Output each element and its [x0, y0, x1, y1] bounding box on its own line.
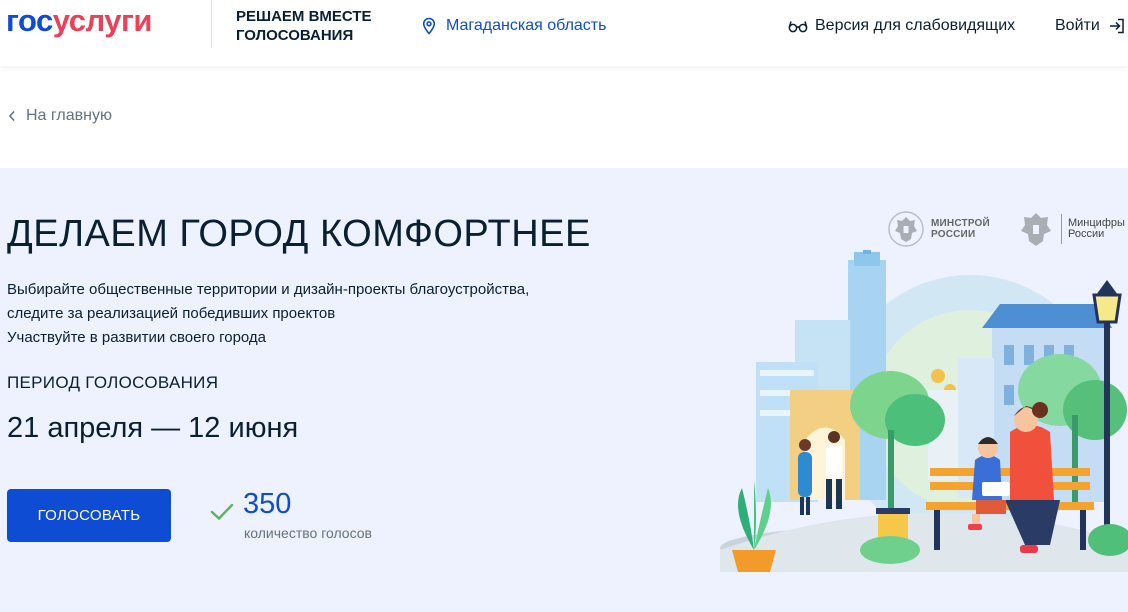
hero-description-line: Участвуйте в развитии своего города [7, 329, 267, 346]
header-divider [211, 0, 212, 48]
site-header: госуслуги РЕШАЕМ ВМЕСТЕ ГОЛОСОВАНИЯ Мага… [0, 0, 1128, 66]
hero-title: ДЕЛАЕМ ГОРОД КОМФОРТНЕЕ [7, 213, 591, 255]
glasses-icon [788, 21, 808, 33]
gosuslugi-logo[interactable]: госуслуги [6, 4, 152, 38]
russian-coat-of-arms-icon [888, 211, 924, 247]
vote-button[interactable]: ГОЛОСОВАТЬ [7, 489, 171, 542]
logo-part-gos: гос [6, 3, 53, 38]
minstroy-name-line: МИНСТРОЙ [931, 218, 990, 229]
location-pin-icon [422, 17, 436, 35]
hero-description-line: Выбирайте общественные территории и диза… [7, 281, 530, 298]
city-park-illustration [720, 250, 1128, 572]
hero-description-line: следите за реализацией победивших проект… [7, 305, 336, 322]
votes-count-label: количество голосов [244, 525, 372, 541]
mincifry-logo: Минцифры России [1017, 209, 1125, 249]
login-label: Войти [1055, 17, 1100, 34]
checkmark-icon [210, 503, 234, 521]
voting-period-dates: 21 апреля — 12 июня [7, 412, 299, 444]
mincifry-name-line: России [1068, 228, 1105, 240]
partner-divider [1061, 214, 1062, 244]
hero-description: Выбирайте общественные территории и диза… [7, 278, 607, 350]
accessibility-label: Версия для слабовидящих [815, 17, 1016, 34]
region-label: Магаданская область [446, 17, 607, 34]
project-name[interactable]: РЕШАЕМ ВМЕСТЕ ГОЛОСОВАНИЯ [236, 7, 396, 45]
chevron-left-icon [8, 110, 15, 122]
logo-part-uslugi: услуги [52, 3, 153, 38]
region-selector[interactable]: Магаданская область [420, 17, 606, 35]
back-label: На главную [26, 107, 112, 124]
votes-count: 350 [243, 488, 292, 520]
russian-coat-of-arms-icon [1021, 213, 1051, 246]
minstroy-logo: МИНСТРОЙ РОССИИ [887, 209, 990, 249]
back-to-main-link[interactable]: На главную [8, 107, 112, 125]
login-button[interactable]: Войти [1055, 17, 1126, 35]
minstroy-name-line: РОССИИ [931, 229, 976, 240]
accessibility-version-link[interactable]: Версия для слабовидящих [788, 17, 1015, 35]
login-arrow-icon [1109, 18, 1124, 34]
voting-period-label: ПЕРИОД ГОЛОСОВАНИЯ [7, 373, 219, 392]
